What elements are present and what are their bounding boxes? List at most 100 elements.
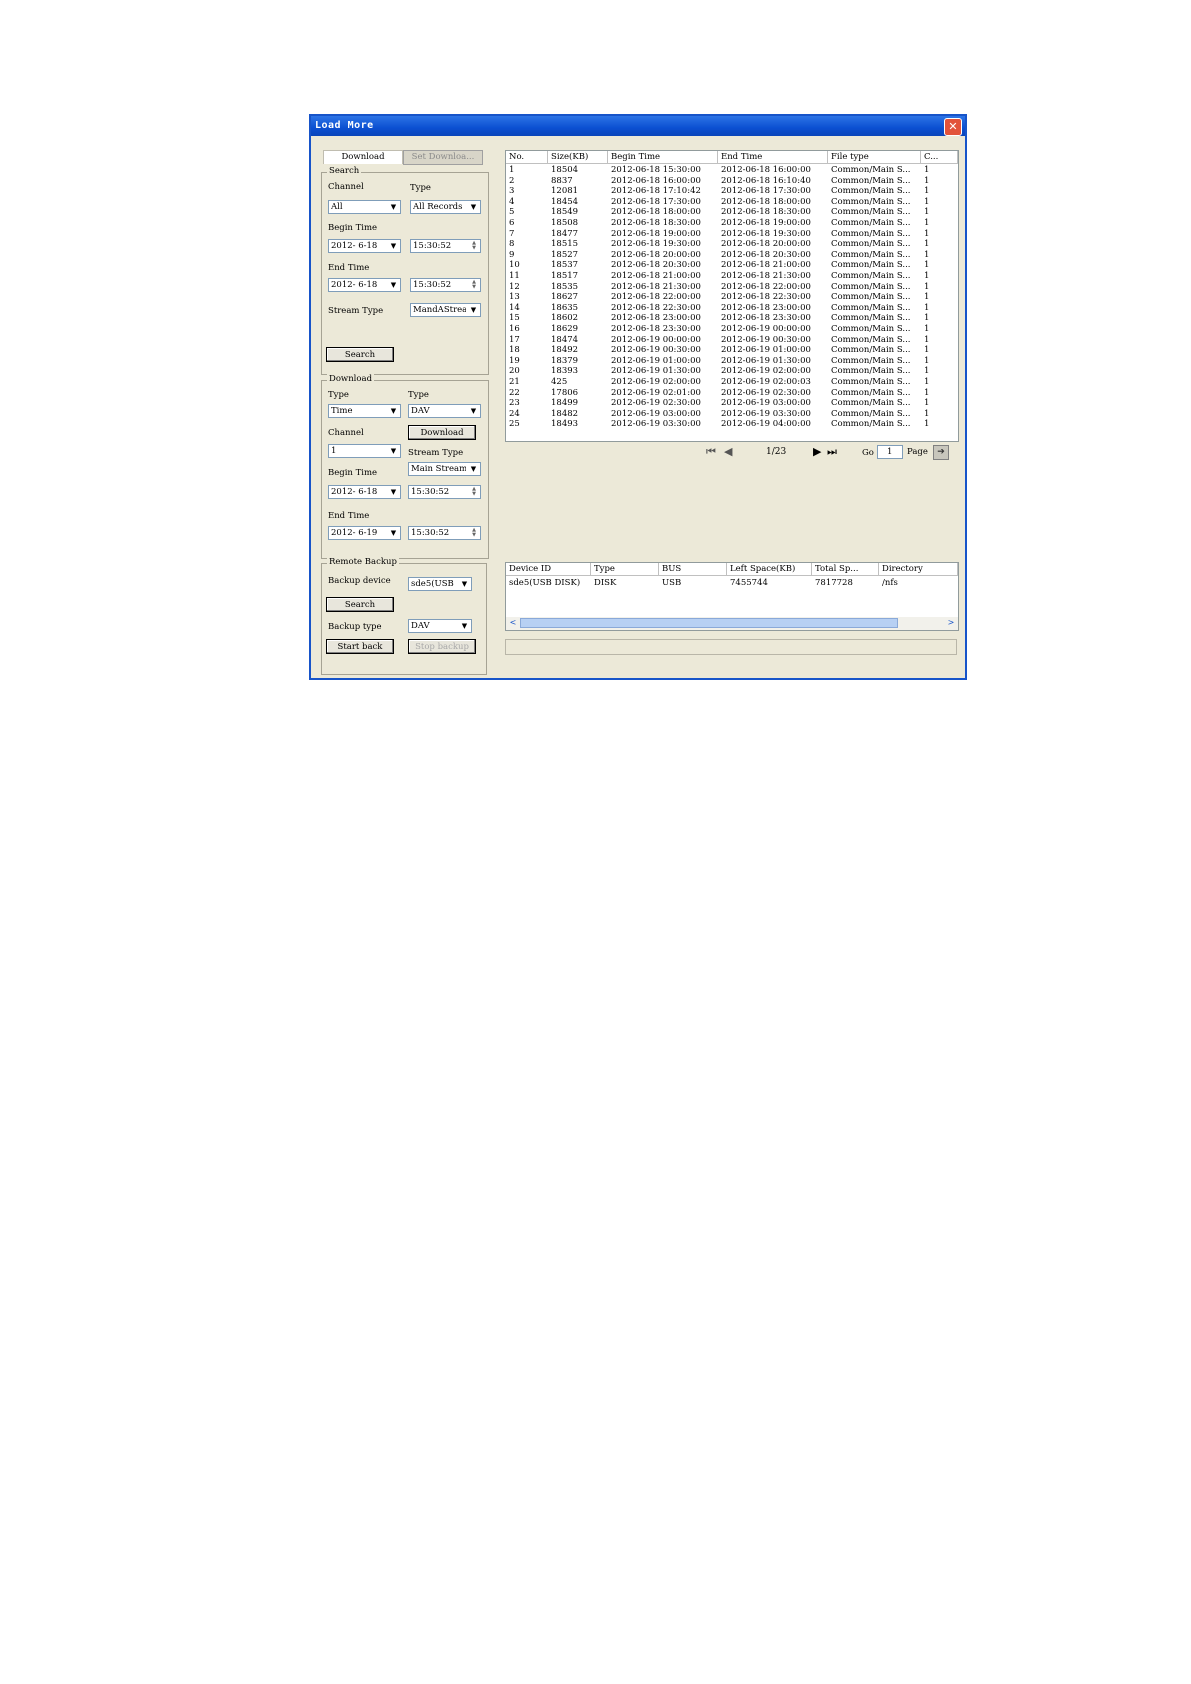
close-icon[interactable]: ✕ <box>944 118 962 136</box>
record-begin-cell: 2012-06-19 02:01:00 <box>611 387 701 398</box>
device-row[interactable]: sde5(USB DISK) DISK USB 7455744 7817728 … <box>506 578 958 589</box>
start-backup-button[interactable]: Start back <box>326 639 394 654</box>
tab-download[interactable]: Download <box>323 150 403 164</box>
prev-page-icon[interactable]: ◀ <box>724 445 732 458</box>
download-begin-date-picker[interactable]: 2012- 6-18 ▼ <box>328 485 401 499</box>
record-begin-cell: 2012-06-18 19:30:00 <box>611 239 701 250</box>
table-row[interactable]: 13 18627 2012-06-18 22:00:00 2012-06-18 22:… <box>506 292 958 303</box>
col-end-time[interactable]: End Time <box>718 151 828 163</box>
record-end-cell: 2012-06-18 23:00:00 <box>721 302 811 313</box>
col-channel[interactable]: C... <box>921 151 958 163</box>
spinner-arrows-icon[interactable]: ▲ ▼ <box>469 528 479 538</box>
table-row[interactable]: 24 18482 2012-06-19 03:00:00 2012-06-19 03:… <box>506 409 958 420</box>
table-row[interactable]: 19 18379 2012-06-19 01:00:00 2012-06-19 01:… <box>506 356 958 367</box>
table-row[interactable]: 22 17806 2012-06-19 02:01:00 2012-06-19 02:… <box>506 388 958 399</box>
channel-select[interactable]: All ▼ <box>328 200 401 214</box>
spinner-arrows-icon[interactable]: ▲ ▼ <box>469 280 479 290</box>
table-row[interactable]: 6 18508 2012-06-18 18:30:00 2012-06-18 19:0… <box>506 218 958 229</box>
record-begin-cell: 2012-06-18 18:30:00 <box>611 218 701 228</box>
device-search-button[interactable]: Search <box>326 597 394 612</box>
record-type-select[interactable]: All Records ▼ <box>410 200 481 214</box>
record-filetype-cell: Common/Main S... <box>831 186 911 197</box>
table-row[interactable]: 20 18393 2012-06-19 01:30:00 2012-06-19 02:… <box>506 366 958 377</box>
table-row[interactable]: 8 18515 2012-06-18 19:30:00 2012-06-18 20:0… <box>506 239 958 250</box>
file-type-select[interactable]: DAV ▼ <box>408 404 481 418</box>
table-row[interactable]: 3 12081 2012-06-18 17:10:42 2012-06-18 17:3… <box>506 186 958 197</box>
table-row[interactable]: 10 18537 2012-06-18 20:30:00 2012-06-18 21:… <box>506 260 958 271</box>
device-id-cell: sde5(USB DISK) <box>509 578 581 588</box>
col-device-id[interactable]: Device ID <box>506 563 591 575</box>
title-bar[interactable]: Load More ✕ <box>311 116 965 136</box>
record-end-cell: 2012-06-19 04:00:00 <box>721 419 811 430</box>
records-table: No. Size(KB) Begin Time End Time File ty… <box>505 150 959 442</box>
record-end-cell: 2012-06-18 16:10:40 <box>721 175 811 186</box>
tab-set-download[interactable]: Set Downloa... <box>403 150 483 165</box>
search-begin-date-picker[interactable]: 2012- 6-18 ▼ <box>328 239 401 253</box>
col-file-type[interactable]: File type <box>828 151 921 163</box>
col-bus[interactable]: BUS <box>659 563 727 575</box>
go-page-input[interactable]: 1 <box>877 445 903 459</box>
scroll-right-icon[interactable]: > <box>945 618 957 628</box>
horizontal-scrollbar[interactable]: < > <box>506 617 958 630</box>
backup-type-label: Backup type <box>328 622 382 632</box>
search-begin-time-value: 15:30:52 <box>413 241 452 251</box>
table-row[interactable]: 7 18477 2012-06-18 19:00:00 2012-06-18 19:3… <box>506 229 958 240</box>
table-row[interactable]: 4 18454 2012-06-18 17:30:00 2012-06-18 18:0… <box>506 197 958 208</box>
col-directory[interactable]: Directory <box>879 563 958 575</box>
table-row[interactable]: 5 18549 2012-06-18 18:00:00 2012-06-18 18:3… <box>506 207 958 218</box>
col-size[interactable]: Size(KB) <box>548 151 608 163</box>
spinner-arrows-icon[interactable]: ▲ ▼ <box>469 241 479 251</box>
search-end-date-picker[interactable]: 2012- 6-18 ▼ <box>328 278 401 292</box>
download-end-date-picker[interactable]: 2012- 6-19 ▼ <box>328 526 401 540</box>
table-row[interactable]: 1 18504 2012-06-18 15:30:00 2012-06-18 16:0… <box>506 165 958 176</box>
search-end-time-spinner[interactable]: 15:30:52 ▲ ▼ <box>410 278 481 292</box>
scroll-left-icon[interactable]: < <box>507 618 519 628</box>
stream-type-select[interactable]: MandAStream ▼ <box>410 303 481 317</box>
record-no-cell: 20 <box>509 366 520 377</box>
download-button[interactable]: Download <box>408 425 476 440</box>
table-row[interactable]: 12 18535 2012-06-18 21:30:00 2012-06-18 22:… <box>506 282 958 293</box>
download-begin-time-spinner[interactable]: 15:30:52 ▲ ▼ <box>408 485 481 499</box>
go-arrow-icon[interactable]: ➔ <box>933 445 949 460</box>
backup-device-select[interactable]: sde5(USB ▼ <box>408 577 472 591</box>
stop-backup-button[interactable]: Stop backup <box>408 639 476 654</box>
record-size-cell: 18627 <box>551 292 579 303</box>
col-no[interactable]: No. <box>506 151 548 163</box>
first-page-icon[interactable]: ⏮ <box>706 445 716 459</box>
table-row[interactable]: 23 18499 2012-06-19 02:30:00 2012-06-19 03:… <box>506 398 958 409</box>
table-row[interactable]: 16 18629 2012-06-18 23:30:00 2012-06-19 00:… <box>506 324 958 335</box>
download-channel-select[interactable]: 1 ▼ <box>328 444 401 458</box>
table-row[interactable]: 17 18474 2012-06-19 00:00:00 2012-06-19 00:… <box>506 335 958 346</box>
col-begin-time[interactable]: Begin Time <box>608 151 718 163</box>
record-channel-cell: 1 <box>924 218 930 228</box>
record-filetype-cell: Common/Main S... <box>831 377 911 387</box>
table-row[interactable]: 2 8837 2012-06-18 16:00:00 2012-06-18 16:10… <box>506 176 958 187</box>
scroll-thumb[interactable] <box>520 618 898 628</box>
last-page-icon[interactable]: ⏭ <box>827 445 837 459</box>
table-row[interactable]: 18 18492 2012-06-19 00:30:00 2012-06-19 01:… <box>506 345 958 356</box>
records-table-header: No. Size(KB) Begin Time End Time File ty… <box>506 151 958 164</box>
record-no-cell: 13 <box>509 292 520 303</box>
record-begin-cell: 2012-06-19 00:00:00 <box>611 334 701 345</box>
table-row[interactable]: 9 18527 2012-06-18 20:00:00 2012-06-18 20:3… <box>506 250 958 261</box>
backup-type-select[interactable]: DAV ▼ <box>408 619 472 633</box>
search-begin-time-spinner[interactable]: 15:30:52 ▲ ▼ <box>410 239 481 253</box>
col-left-space[interactable]: Left Space(KB) <box>727 563 812 575</box>
download-end-time-spinner[interactable]: 15:30:52 ▲ ▼ <box>408 526 481 540</box>
download-stream-type-select[interactable]: Main Stream ▼ <box>408 462 481 476</box>
col-device-type[interactable]: Type <box>591 563 659 575</box>
table-row[interactable]: 21 425 2012-06-19 02:00:00 2012-06-19 02:00… <box>506 377 958 388</box>
table-row[interactable]: 14 18635 2012-06-18 22:30:00 2012-06-18 23:… <box>506 303 958 314</box>
table-row[interactable]: 25 18493 2012-06-19 03:30:00 2012-06-19 04:… <box>506 419 958 430</box>
col-total-space[interactable]: Total Sp... <box>812 563 879 575</box>
next-page-icon[interactable]: ▶ <box>813 445 821 458</box>
table-row[interactable]: 11 18517 2012-06-18 21:00:00 2012-06-18 21:… <box>506 271 958 282</box>
search-button[interactable]: Search <box>326 347 394 362</box>
table-row[interactable]: 15 18602 2012-06-18 23:00:00 2012-06-18 23:… <box>506 313 958 324</box>
record-size-cell: 18474 <box>551 334 579 345</box>
record-no-cell: 10 <box>509 260 520 271</box>
record-filetype-cell: Common/Main S... <box>831 207 911 218</box>
search-end-date-value: 2012- 6-18 <box>331 280 378 290</box>
download-type-select[interactable]: Time ▼ <box>328 404 401 418</box>
spinner-arrows-icon[interactable]: ▲ ▼ <box>469 487 479 497</box>
